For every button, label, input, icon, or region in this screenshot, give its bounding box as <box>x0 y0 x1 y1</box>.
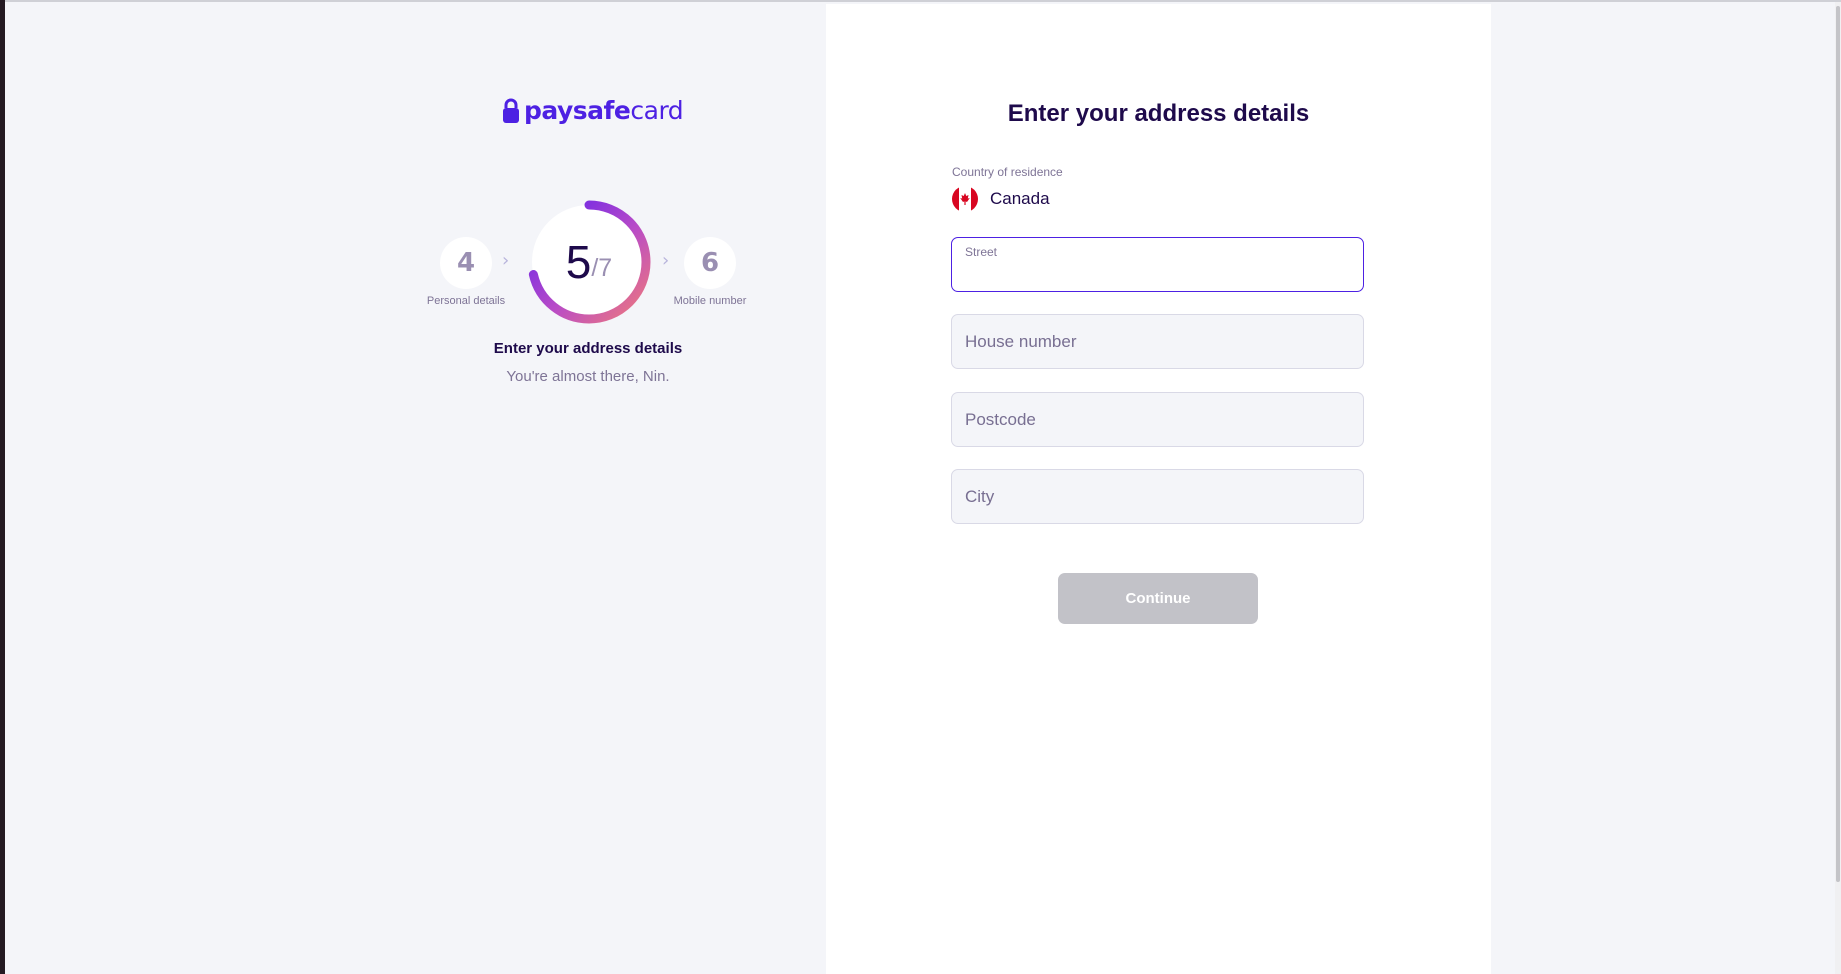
country-label: Country of residence <box>952 165 1063 179</box>
street-label: Street <box>965 245 998 259</box>
scrollbar-thumb[interactable] <box>1836 6 1840 882</box>
city-input[interactable] <box>952 470 1363 523</box>
lock-icon <box>503 98 519 123</box>
total-steps: /7 <box>591 253 613 282</box>
page-scrollbar[interactable] <box>1835 2 1841 974</box>
progress-panel <box>5 2 826 974</box>
street-input[interactable] <box>952 238 1363 291</box>
step-next-label: Mobile number <box>673 295 747 307</box>
continue-button[interactable]: Continue <box>1058 573 1258 624</box>
chevron-right-icon: › <box>502 250 510 271</box>
canada-flag-icon <box>952 186 978 212</box>
country-value: Canada <box>990 189 1050 208</box>
city-field[interactable] <box>951 469 1364 524</box>
current-step-ring: 5/7 <box>526 199 652 325</box>
page-title: Enter your address details <box>1007 100 1310 127</box>
step-previous-number: 4 <box>456 248 476 278</box>
paysafecard-logo: paysafecard <box>502 96 684 125</box>
step-title: Enter your address details <box>493 340 683 357</box>
step-next-badge: 6 <box>684 237 736 289</box>
postcode-field[interactable] <box>951 392 1364 447</box>
country-selector[interactable]: Canada <box>952 186 1050 212</box>
chevron-right-icon: › <box>662 250 670 271</box>
page-background-right <box>1491 2 1841 974</box>
step-previous-label: Personal details <box>426 295 506 307</box>
step-subtitle: You're almost there, Nin. <box>506 368 670 385</box>
house-number-field[interactable] <box>951 314 1364 369</box>
house-number-input[interactable] <box>952 315 1363 368</box>
step-previous-badge: 4 <box>440 237 492 289</box>
step-next-number: 6 <box>700 248 720 278</box>
current-step-number: 5 <box>565 236 592 288</box>
logo-wordmark: paysafecard <box>524 96 684 125</box>
postcode-input[interactable] <box>952 393 1363 446</box>
street-field[interactable]: Street <box>951 237 1364 292</box>
current-step-counter: 5/7 <box>526 199 652 325</box>
